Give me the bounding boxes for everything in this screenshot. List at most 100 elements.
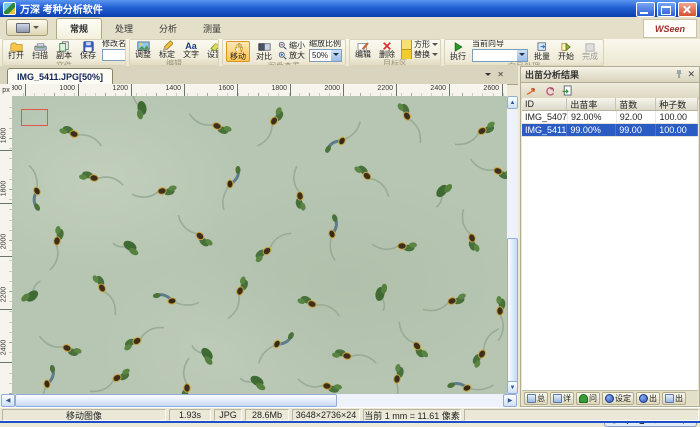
panel-footer-button[interactable]: 出: [636, 392, 660, 405]
minimize-button[interactable]: [636, 2, 655, 17]
calibrate-button[interactable]: 标定: [157, 40, 177, 59]
start-icon: [561, 42, 571, 53]
horizontal-scrollbar[interactable]: ◀ ▶: [0, 394, 518, 407]
run-button[interactable]: 执行: [448, 42, 468, 61]
ruler-tick-label: 1000: [45, 85, 75, 92]
main-area: IMG_5411.JPG[50%] ✕ px 80010001200140016…: [0, 66, 700, 407]
brand-logo: WSeen: [643, 19, 697, 38]
settings-button[interactable]: 设置: [205, 40, 219, 59]
seed: [79, 170, 125, 187]
tab-list-dropdown-icon[interactable]: [485, 73, 491, 79]
column-header[interactable]: 出苗率: [567, 98, 616, 110]
table-cell: 92.00: [617, 111, 657, 123]
ruler-tick-label: 1400: [151, 85, 181, 92]
batch-button[interactable]: 批量: [532, 42, 552, 61]
table-row[interactable]: IMG_541199.00%99.00100.00: [522, 124, 698, 137]
panel-footer-button[interactable]: 详: [550, 392, 574, 405]
selection-rectangle[interactable]: [21, 109, 48, 126]
text-button[interactable]: Aa 文字: [181, 40, 201, 59]
export-arrow-icon[interactable]: [524, 85, 538, 97]
rename-label: 修改名称: [102, 40, 126, 48]
move-button[interactable]: 移动: [226, 41, 250, 62]
table-row[interactable]: IMG_540792.00%92.00100.00: [522, 111, 698, 124]
target-edit-button[interactable]: 编辑: [353, 40, 373, 59]
ruler-tick-label: 2400: [1, 333, 8, 363]
close-button[interactable]: [678, 2, 697, 17]
panel-footer-button[interactable]: 出: [662, 392, 686, 405]
scan-button[interactable]: 扫描: [30, 41, 50, 60]
document-tab[interactable]: IMG_5411.JPG[50%]: [7, 68, 113, 84]
zoom-ratio-combobox[interactable]: 50%: [309, 49, 342, 62]
zoom-ratio-label: 缩放比例: [309, 40, 342, 48]
ruler-tick-label: 2000: [1, 227, 8, 257]
tab-analysis[interactable]: 分析: [146, 19, 190, 39]
save-button[interactable]: 保存: [78, 41, 98, 60]
ruler-tick-label: 1800: [1, 174, 8, 204]
panel-close-icon[interactable]: ✕: [687, 69, 695, 80]
vertical-scrollbar[interactable]: ▲ ▼: [507, 96, 518, 394]
table-cell: 100.00: [656, 124, 698, 136]
seed: [192, 339, 218, 367]
seed: [388, 364, 405, 394]
results-panel-titlebar: 出苗分析结果 ✕: [521, 67, 699, 83]
square-tool-button[interactable]: 方形: [401, 40, 438, 49]
ruler-tick-label: 800: [12, 85, 22, 92]
tab-measure[interactable]: 测量: [190, 19, 234, 39]
seed: [182, 358, 191, 394]
duplicate-button[interactable]: 副本: [54, 41, 74, 60]
status-filesize: 28.6Mb: [245, 409, 289, 421]
open-button[interactable]: 打开: [6, 41, 26, 60]
contrast-button[interactable]: 对比: [254, 42, 274, 61]
tab-process[interactable]: 处理: [102, 19, 146, 39]
scroll-right-icon[interactable]: ▶: [503, 394, 517, 407]
scroll-down-icon[interactable]: ▼: [507, 381, 518, 394]
ribbon-tab-row: 常规 处理 分析 测量 WSeen: [0, 17, 700, 39]
scroll-up-icon[interactable]: ▲: [507, 96, 518, 109]
replace-tool-button[interactable]: 替换: [401, 50, 438, 59]
chevron-down-icon[interactable]: [432, 43, 438, 49]
ruler-tick-label: 2400: [416, 85, 446, 92]
panel-footer-button[interactable]: 总: [524, 392, 548, 405]
table-header-row[interactable]: ID出苗率苗数种子数: [522, 98, 698, 111]
column-header[interactable]: 苗数: [616, 98, 656, 110]
zoom-in-button[interactable]: 放大: [278, 52, 305, 61]
start-button[interactable]: 开始: [556, 42, 576, 61]
zoom-out-button[interactable]: 缩小: [278, 42, 305, 51]
status-spare: [464, 409, 699, 421]
combo-dropdown-icon[interactable]: [331, 50, 341, 61]
current-wizard-label: 当前向导: [472, 40, 528, 48]
wizard-combobox[interactable]: [472, 49, 528, 62]
column-header[interactable]: ID: [522, 98, 567, 110]
combo-dropdown-icon[interactable]: [517, 50, 527, 61]
adjust-button[interactable]: 调整: [133, 40, 153, 59]
seed: [48, 226, 65, 272]
seed: [256, 106, 286, 149]
seed: [454, 120, 497, 150]
tab-close-icon[interactable]: ✕: [497, 70, 504, 79]
document-tab-strip: IMG_5411.JPG[50%] ✕: [0, 66, 518, 85]
tab-general[interactable]: 常规: [56, 18, 102, 39]
column-header[interactable]: 种子数: [656, 98, 698, 110]
image-canvas[interactable]: [12, 96, 507, 394]
application-menu-button[interactable]: [6, 19, 48, 36]
seed: [59, 124, 104, 148]
panel-footer-button-label: 出: [675, 393, 683, 404]
panel-footer-button-label: 问: [589, 393, 597, 404]
seed-layer: [12, 96, 507, 394]
panel-footer-button[interactable]: 问: [576, 392, 600, 405]
seed: [258, 325, 295, 372]
export-report-icon[interactable]: [560, 85, 574, 97]
target-delete-button[interactable]: 删除: [377, 40, 397, 59]
horizontal-scroll-thumb[interactable]: [15, 394, 337, 407]
seed: [372, 242, 417, 251]
vertical-scroll-thumb[interactable]: [507, 238, 518, 386]
pin-icon[interactable]: [675, 69, 683, 81]
undo-icon[interactable]: [542, 85, 556, 97]
rename-input[interactable]: [102, 49, 126, 61]
group-caption-target-area: 目标区: [350, 59, 440, 66]
printer-icon: [16, 23, 30, 33]
ruler-tick-label: 2000: [310, 85, 340, 92]
restore-button[interactable]: [657, 2, 676, 17]
panel-footer-button[interactable]: 设定: [602, 392, 634, 405]
scroll-left-icon[interactable]: ◀: [1, 394, 15, 407]
